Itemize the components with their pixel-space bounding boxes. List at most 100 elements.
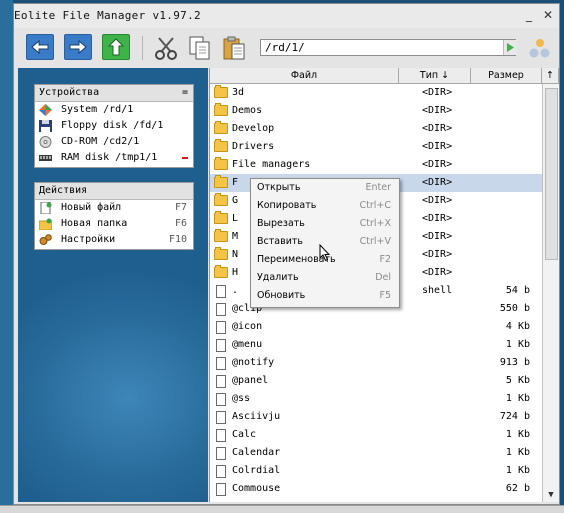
menu-item-label: Вставить bbox=[257, 236, 304, 247]
menu-item-cut[interactable]: Вырезать Ctrl+X bbox=[251, 215, 399, 233]
go-button[interactable] bbox=[503, 40, 517, 55]
document-shape bbox=[216, 303, 226, 316]
menu-item-label: Вырезать bbox=[257, 218, 305, 229]
file-name: Develop bbox=[232, 123, 275, 134]
column-sort-arrow[interactable]: ↑ bbox=[542, 68, 559, 84]
folder-row[interactable]: Demos <DIR> bbox=[210, 102, 542, 120]
document-shape bbox=[216, 321, 226, 334]
file-icon bbox=[214, 393, 228, 406]
device-item-ramdisk[interactable]: RAM disk /tmp1/1 bbox=[35, 150, 193, 166]
actions-panel-header[interactable]: Действия bbox=[35, 183, 193, 200]
file-icon bbox=[214, 321, 228, 334]
file-name: Asciivju bbox=[232, 411, 281, 422]
folder-icon bbox=[214, 121, 228, 135]
context-menu: Открыть Enter Копировать Ctrl+C Вырезать Ct… bbox=[250, 178, 400, 308]
file-type: <DIR> bbox=[422, 141, 453, 152]
minimize-button[interactable]: _ bbox=[522, 8, 536, 22]
file-row[interactable]: @icon 4 Kb bbox=[210, 318, 542, 336]
folder-row[interactable]: Develop <DIR> bbox=[210, 120, 542, 138]
file-name: 3d bbox=[232, 87, 245, 98]
devices-panel-title: Устройства bbox=[39, 87, 100, 98]
window-title: Eolite File Manager v1.97.2 bbox=[14, 9, 201, 22]
desktop-edge bbox=[0, 0, 13, 512]
device-item-cdrom[interactable]: CD-ROM /cd2/1 bbox=[35, 134, 193, 150]
folder-shape bbox=[214, 247, 228, 260]
document-shape bbox=[216, 465, 226, 478]
action-shortcut: F6 bbox=[174, 218, 187, 229]
close-button[interactable]: ✕ bbox=[541, 8, 555, 22]
folder-icon bbox=[214, 139, 228, 153]
collapse-icon[interactable]: = bbox=[182, 85, 188, 101]
file-row[interactable]: Calendar 1 Kb bbox=[210, 444, 542, 462]
folder-row[interactable]: File managers <DIR> bbox=[210, 156, 542, 174]
mouse-cursor-icon bbox=[319, 244, 331, 262]
column-header-type[interactable]: Тип ↓ bbox=[399, 68, 471, 84]
action-new-folder[interactable]: Новая папка F6 bbox=[35, 216, 193, 232]
column-header-size[interactable]: Размер bbox=[471, 68, 542, 84]
action-label: Новый файл bbox=[61, 202, 122, 213]
file-type: <DIR> bbox=[422, 231, 453, 242]
folder-row[interactable]: Drivers <DIR> bbox=[210, 138, 542, 156]
forward-button[interactable] bbox=[64, 34, 92, 60]
menu-item-label: Копировать bbox=[257, 200, 317, 211]
menu-item-label: Удалить bbox=[257, 272, 299, 283]
file-name: Commouse bbox=[232, 483, 281, 494]
action-new-file[interactable]: Новый файл F7 bbox=[35, 200, 193, 216]
device-item-floppy[interactable]: Floppy disk /fd/1 bbox=[35, 118, 193, 134]
file-row[interactable]: @menu 1 Kb bbox=[210, 336, 542, 354]
action-settings[interactable]: Настройки F10 bbox=[35, 232, 193, 248]
devices-panel-header[interactable]: Устройства = bbox=[35, 85, 193, 102]
file-manager-window: Eolite File Manager v1.97.2 _ ✕ /rd/1/ У… bbox=[13, 3, 560, 505]
folder-icon bbox=[214, 175, 228, 189]
file-row[interactable]: Colrdial 1 Kb bbox=[210, 462, 542, 480]
arrow-up-icon bbox=[107, 38, 125, 56]
file-size: 1 Kb bbox=[505, 393, 530, 404]
file-icon bbox=[214, 357, 228, 370]
toolbar: /rd/1/ bbox=[14, 28, 559, 68]
file-row[interactable]: @ss 1 Kb bbox=[210, 390, 542, 408]
cut-icon[interactable] bbox=[152, 34, 180, 62]
file-icon bbox=[214, 339, 228, 352]
file-name: Drivers bbox=[232, 141, 275, 152]
device-label: RAM disk /tmp1/1 bbox=[61, 152, 158, 163]
menu-item-copy[interactable]: Копировать Ctrl+C bbox=[251, 197, 399, 215]
file-row[interactable]: @notify 913 b bbox=[210, 354, 542, 372]
folder-icon bbox=[214, 157, 228, 171]
vertical-scrollbar[interactable]: ▼ bbox=[542, 84, 559, 502]
file-icon bbox=[214, 285, 228, 298]
file-row[interactable]: Commouse 62 b bbox=[210, 480, 542, 498]
file-row[interactable]: Calc 1 Kb bbox=[210, 426, 542, 444]
folder-shape bbox=[214, 85, 228, 98]
cdrom-icon bbox=[39, 136, 52, 148]
menu-item-shortcut: Del bbox=[375, 272, 391, 283]
menu-item-delete[interactable]: Удалить Del bbox=[251, 269, 399, 287]
document-shape bbox=[216, 483, 226, 496]
menu-item-refresh[interactable]: Обновить F5 bbox=[251, 287, 399, 305]
paste-icon[interactable] bbox=[220, 34, 248, 62]
file-row[interactable]: Asciivju 724 b bbox=[210, 408, 542, 426]
file-name: F bbox=[232, 177, 239, 188]
menu-item-open[interactable]: Открыть Enter bbox=[251, 179, 399, 197]
file-type: shell bbox=[422, 285, 453, 296]
file-size: 1 Kb bbox=[505, 465, 530, 476]
path-input[interactable]: /rd/1/ bbox=[260, 39, 516, 56]
file-icon bbox=[214, 375, 228, 388]
device-item-system[interactable]: System /rd/1 bbox=[35, 102, 193, 118]
file-name: Calendar bbox=[232, 447, 281, 458]
scroll-down-arrow[interactable]: ▼ bbox=[543, 488, 559, 502]
sidebar-background bbox=[18, 268, 208, 502]
menu-item-shortcut: Ctrl+V bbox=[359, 236, 391, 247]
menu-item-label: Открыть bbox=[257, 182, 301, 193]
titlebar[interactable]: Eolite File Manager v1.97.2 _ ✕ bbox=[14, 4, 559, 28]
folder-icon bbox=[214, 103, 228, 117]
scrollbar-thumb[interactable] bbox=[545, 88, 558, 260]
folder-row[interactable]: 3d <DIR> bbox=[210, 84, 542, 102]
up-button[interactable] bbox=[102, 34, 130, 60]
eject-icon[interactable] bbox=[182, 157, 188, 159]
column-header-name[interactable]: Файл bbox=[210, 68, 399, 84]
file-size: 550 b bbox=[499, 303, 530, 314]
file-type: <DIR> bbox=[422, 159, 453, 170]
back-button[interactable] bbox=[26, 34, 54, 60]
file-row[interactable]: @panel 5 Kb bbox=[210, 372, 542, 390]
copy-icon[interactable] bbox=[186, 34, 214, 62]
